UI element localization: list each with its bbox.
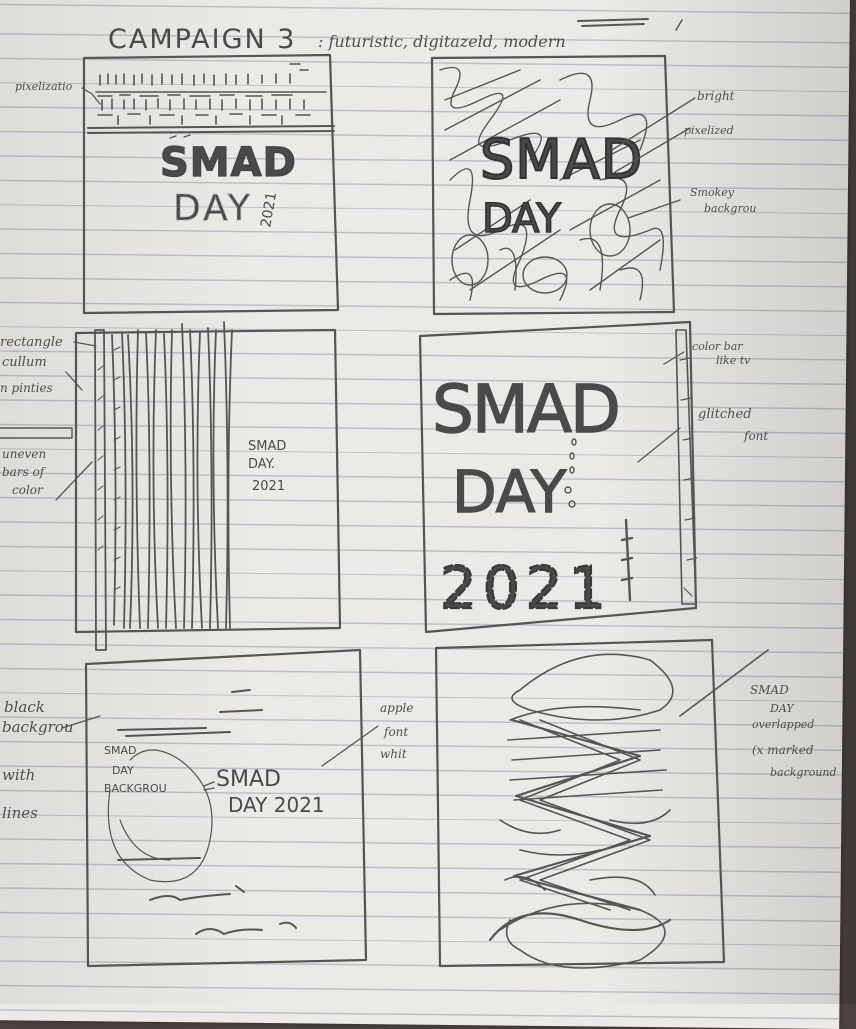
day-title: DAY: [452, 458, 567, 526]
note-bright: bright: [697, 89, 735, 103]
sketch-6: SMAD DAY overlapped (x marked background: [434, 638, 837, 969]
arrow: [55, 461, 93, 501]
note-like-tv: like tv: [716, 354, 751, 367]
smad-label: SMAD: [248, 439, 286, 454]
sketch-3: SMAD DAY. 2021 rectangle cullum n pintie…: [0, 321, 342, 651]
pixel-band-line: [87, 125, 335, 134]
page-subtitle: : futuristic, digitazeld, modern: [318, 32, 566, 51]
glitch-mark: [169, 134, 191, 139]
note-pixelized: pixelized: [684, 124, 734, 137]
note-day: DAY: [769, 702, 795, 715]
note-column: cullum: [2, 355, 47, 370]
color-bar-column: [94, 329, 107, 651]
bars-of-color: [111, 321, 233, 629]
color-bar-sample: [0, 427, 73, 439]
sketch-6-frame: [434, 638, 726, 968]
smad-title: SMAD: [432, 371, 619, 448]
note-glitched: glitched: [698, 407, 752, 422]
note-rectangle: rectangle: [0, 335, 63, 350]
note-background: backgrou: [2, 718, 74, 736]
page-title: CAMPAIGN 3: [108, 24, 297, 55]
note-white: whit: [380, 747, 407, 761]
day-label: DAY.: [248, 457, 275, 472]
note-with: with: [2, 766, 35, 784]
note-bars-of: bars of: [2, 465, 47, 479]
bar-texture: [97, 346, 121, 591]
scribble-mark: [577, 18, 649, 27]
sketch-1: pixelizatio SMAD DAY 2021: [15, 53, 340, 315]
year-label: 2021: [258, 191, 280, 229]
day-year-title: DAY 2021: [228, 793, 325, 817]
stray-mark: [675, 19, 683, 31]
sketch-2: SMAD DAY bright pixelized Smokey backgro…: [430, 54, 756, 316]
sketch-4: SMAD DAY 2021 color bar like tv glitched…: [418, 320, 768, 634]
s-shape: [488, 718, 672, 942]
note-smad: SMAD: [750, 683, 789, 697]
day-title: DAY: [173, 188, 253, 229]
note-uneven: uneven: [2, 447, 46, 461]
day-title: DAY: [482, 196, 561, 242]
arrow: [321, 725, 379, 767]
smad-title: SMAD: [216, 767, 281, 792]
note-black: black: [4, 698, 45, 716]
faint-day: DAY: [112, 764, 134, 777]
note-lines: lines: [2, 804, 38, 822]
smad-title: SMAD: [160, 140, 297, 186]
note-x-marked: (x marked: [752, 743, 814, 757]
note-color-bar: color bar: [692, 340, 743, 353]
glitch-mark: [203, 781, 215, 791]
note-overlapped: overlapped: [752, 718, 814, 731]
arrow: [65, 341, 97, 391]
glitch-bar: [620, 518, 634, 602]
note-font: font: [383, 725, 408, 739]
year-label: 2021: [252, 479, 285, 494]
sketch-5: SMAD DAY BACKGROU SMAD DAY 2021 black ba…: [2, 648, 413, 968]
smad-title: SMAD: [480, 128, 643, 191]
note-apple: apple: [380, 701, 413, 715]
year-title: 2021: [440, 554, 612, 622]
sketch-sheet: CAMPAIGN 3 : futuristic, digitazeld, mod…: [0, 18, 837, 969]
faint-smad: SMAD: [104, 744, 136, 757]
note-pinties: n pinties: [0, 381, 53, 395]
note-font: font: [743, 429, 768, 443]
note-background: background: [770, 766, 837, 779]
pixel-marks: [95, 63, 327, 125]
faint-background: BACKGROU: [104, 782, 167, 795]
glitch-dots: [564, 438, 577, 508]
note-smoky: Smokey: [690, 186, 735, 199]
note-pixelization: pixelizatio: [15, 80, 73, 93]
note-color: color: [12, 483, 44, 497]
note-smoky-2: backgrou: [704, 202, 756, 215]
